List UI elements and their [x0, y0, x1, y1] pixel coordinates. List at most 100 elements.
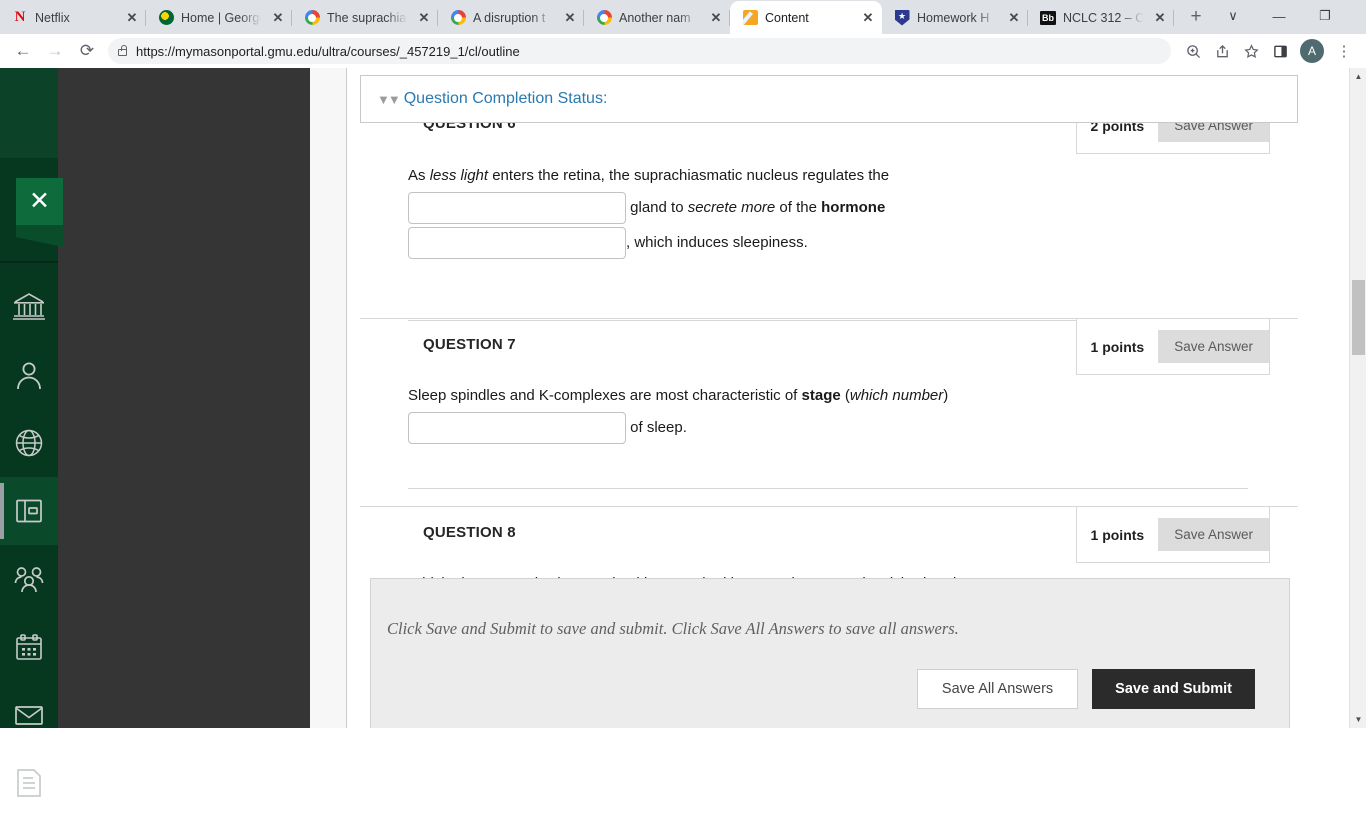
tab-title: Content	[765, 10, 809, 25]
browser-tab-bar: N Netflix ✕ Home | George ✕ The suprachi…	[0, 0, 1366, 34]
answer-blank-2[interactable]	[408, 227, 626, 260]
question-divider	[408, 488, 1248, 489]
save-and-submit-button[interactable]: Save and Submit	[1092, 669, 1255, 709]
prompt-text: , which induces sleepiness.	[626, 234, 808, 252]
chevron-down-icon[interactable]: ▼▼	[377, 93, 401, 106]
back-icon[interactable]: ←	[8, 36, 38, 66]
tab-close-icon[interactable]: ✕	[416, 10, 432, 26]
scroll-up-icon[interactable]: ▲	[1350, 68, 1366, 85]
question-points: 1 points	[1090, 338, 1145, 355]
question-prompt-line-1: As less light enters the retina, the sup…	[408, 164, 1298, 188]
browser-tab-disruption[interactable]: A disruption t ✕	[438, 1, 584, 34]
messages-icon	[15, 706, 43, 725]
tab-title: Another nam	[619, 10, 691, 25]
address-bar-url: https://mymasonportal.gmu.edu/ultra/cour…	[136, 43, 520, 59]
institution-icon	[13, 293, 45, 320]
close-icon: ✕	[29, 187, 50, 215]
tab-title: A disruption t	[473, 10, 546, 25]
organizations-icon	[14, 567, 44, 593]
browser-tab-netflix[interactable]: N Netflix ✕	[0, 1, 146, 34]
browser-tab-nclc-312[interactable]: Bb NCLC 312 – C ✕	[1028, 1, 1174, 34]
question-title: QUESTION 7	[423, 336, 516, 353]
netflix-icon: N	[14, 9, 26, 25]
profile-avatar[interactable]: A	[1300, 39, 1324, 63]
tab-title: Netflix	[35, 10, 70, 25]
star-icon[interactable]	[1237, 37, 1265, 65]
prompt-text: gland to	[626, 199, 688, 217]
prompt-text: enters the retina, the suprachiasmatic n…	[488, 167, 890, 184]
answer-blank-1[interactable]	[408, 192, 626, 225]
gmu-icon	[158, 10, 174, 26]
question-header: QUESTION 8 1 points Save Answer	[360, 506, 1298, 563]
browser-tab-content[interactable]: Content ✕	[730, 1, 882, 34]
minimize-icon[interactable]: —	[1256, 0, 1302, 32]
browser-toolbar: ← → ⟳ https://mymasonportal.gmu.edu/ultr…	[0, 34, 1366, 68]
question-completion-status-bar[interactable]: ▼▼ Question Completion Status:	[360, 75, 1298, 123]
answer-blank-1[interactable]	[408, 412, 626, 445]
question-meta: 1 points Save Answer	[1075, 319, 1270, 375]
google-icon	[450, 10, 466, 26]
browser-tab-another-name[interactable]: Another nam ✕	[584, 1, 730, 34]
tab-close-icon[interactable]: ✕	[124, 10, 140, 26]
question-prompt-line-1: Sleep spindles and K-complexes are most …	[408, 384, 1298, 408]
sidebar-item-globe[interactable]	[0, 409, 58, 477]
scroll-down-icon[interactable]: ▼	[1350, 711, 1366, 728]
sidebar-item-courses[interactable]	[0, 477, 58, 545]
question-points: 1 points	[1090, 526, 1145, 543]
google-icon	[304, 10, 320, 26]
tab-title: The suprachia	[327, 10, 407, 25]
grades-icon	[17, 769, 41, 797]
forward-icon[interactable]: →	[40, 36, 70, 66]
question-body: As less light enters the retina, the sup…	[360, 154, 1298, 260]
reload-icon[interactable]: ⟳	[72, 36, 102, 66]
browser-tab-home-george[interactable]: Home | George ✕	[146, 1, 292, 34]
blackboard-icon: Bb	[1040, 10, 1056, 25]
toolbar-actions: A ⋮	[1179, 37, 1358, 65]
tab-close-icon[interactable]: ✕	[270, 10, 286, 26]
sidebar-item-institution[interactable]	[0, 273, 58, 341]
question-prompt-line-2: of sleep.	[408, 412, 1298, 445]
maximize-icon[interactable]: ❐	[1302, 0, 1348, 32]
browser-tab-homework-helper[interactable]: ★ Homework H ✕	[882, 1, 1028, 34]
prompt-text: Sleep spindles and K-complexes are most …	[408, 387, 802, 404]
tab-title: NCLC 312 – C	[1063, 10, 1145, 25]
sidebar-item-grades[interactable]	[0, 749, 58, 817]
close-window-icon[interactable]: ✕	[1348, 0, 1366, 32]
prompt-emphasis: which number	[849, 387, 944, 404]
scrollbar-thumb[interactable]	[1352, 280, 1365, 355]
side-panel-icon[interactable]	[1266, 37, 1294, 65]
tab-search-icon[interactable]: ∨	[1210, 0, 1256, 32]
google-icon	[596, 10, 612, 26]
tab-close-icon[interactable]: ✕	[860, 10, 876, 26]
new-tab-button[interactable]: +	[1182, 3, 1210, 31]
submit-actions: Save All Answers Save and Submit	[916, 669, 1255, 709]
zoom-in-icon[interactable]	[1179, 37, 1207, 65]
tab-close-icon[interactable]: ✕	[562, 10, 578, 26]
save-answer-button[interactable]: Save Answer	[1158, 330, 1269, 363]
save-answer-button[interactable]: Save Answer	[1158, 518, 1269, 551]
tab-close-icon[interactable]: ✕	[1152, 10, 1168, 26]
rail-top-section	[0, 68, 58, 158]
close-panel-button[interactable]: ✕	[16, 178, 63, 225]
share-icon[interactable]	[1208, 37, 1236, 65]
vertical-scrollbar[interactable]: ▲ ▼	[1349, 68, 1366, 728]
question-prompt-line-3: , which induces sleepiness.	[408, 227, 1298, 260]
assessment-content: ▼▼ Question Completion Status: QUESTION …	[348, 68, 1310, 728]
sidebar-item-organizations[interactable]	[0, 545, 58, 613]
sidebar-item-calendar[interactable]	[0, 613, 58, 681]
question-completion-status-label[interactable]: Question Completion Status:	[404, 90, 608, 108]
save-all-answers-button[interactable]: Save All Answers	[916, 669, 1079, 709]
prompt-text: of sleep.	[626, 419, 687, 437]
sidebar-item-profile[interactable]	[0, 341, 58, 409]
sidebar-item-messages[interactable]	[0, 681, 58, 749]
prompt-text: As	[408, 167, 430, 184]
address-bar[interactable]: https://mymasonportal.gmu.edu/ultra/cour…	[108, 38, 1171, 64]
tab-close-icon[interactable]: ✕	[708, 10, 724, 26]
question-card-7: QUESTION 7 1 points Save Answer Sleep sp…	[360, 318, 1298, 489]
prompt-text: )	[943, 387, 949, 404]
browser-menu-icon[interactable]: ⋮	[1330, 37, 1358, 65]
tab-close-icon[interactable]: ✕	[1006, 10, 1022, 26]
globe-icon	[15, 429, 43, 457]
browser-tab-suprachiasmatic[interactable]: The suprachia ✕	[292, 1, 438, 34]
prompt-strong: stage	[801, 387, 841, 404]
